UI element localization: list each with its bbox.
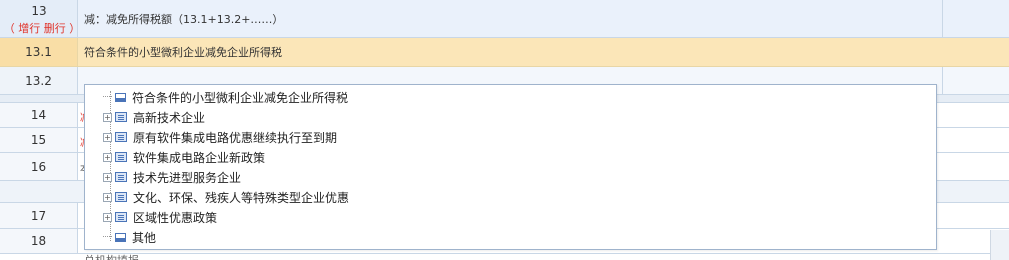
row-number-cell: 13 （ 增行 删行 ）	[0, 0, 80, 37]
value-cell[interactable]	[942, 67, 1009, 94]
tree-item-small-enterprise[interactable]: 符合条件的小型微利企业减免企业所得税	[103, 87, 348, 107]
expand-icon[interactable]: +	[103, 172, 112, 182]
list-icon	[115, 172, 127, 182]
list-icon	[115, 212, 127, 222]
tree-item-special-types[interactable]: + 文化、环保、残疾人等特殊类型企业优惠	[103, 187, 349, 207]
row-number: 14	[0, 103, 78, 127]
tree-item-advanced-service[interactable]: + 技术先进型服务企业	[103, 167, 241, 187]
tree-item-other[interactable]: 其他	[103, 227, 156, 247]
row-number: 16	[0, 153, 78, 180]
expand-icon[interactable]: +	[103, 152, 112, 162]
tree-item-label: 区域性优惠政策	[133, 210, 218, 225]
tree-item-regional[interactable]: + 区域性优惠政策	[103, 207, 217, 227]
row-number: 18	[0, 229, 78, 253]
expand-icon[interactable]: +	[103, 112, 112, 122]
value-cell[interactable]	[942, 0, 1009, 37]
table-row-13-1[interactable]: 13.1 符合条件的小型微利企业减免企业所得税	[0, 38, 1009, 67]
tree-item-label: 其他	[132, 230, 157, 245]
tax-relief-dropdown[interactable]: 符合条件的小型微利企业减免企业所得税 + 高新技术企业 + 原有软件集成电路优惠…	[84, 84, 937, 250]
document-icon	[115, 92, 126, 102]
row-label: 符合条件的小型微利企业减免企业所得税	[84, 46, 282, 59]
row-actions: （ 增行 删行 ）	[0, 20, 92, 36]
list-icon	[115, 112, 127, 122]
row-number: 13	[31, 4, 47, 18]
table-row-13: 13 （ 增行 删行 ） 减：减免所得税额（13.1+13.2+……）	[0, 0, 1009, 38]
row-number: 13.2	[0, 67, 78, 94]
row-number: 13.1	[0, 38, 78, 66]
tree-item-label: 技术先进型服务企业	[133, 170, 242, 185]
tree-item-legacy-software[interactable]: + 原有软件集成电路优惠继续执行至到期	[103, 127, 337, 147]
tree-item-label: 符合条件的小型微利企业减免企业所得税	[132, 90, 349, 105]
tree-branch-line	[103, 236, 112, 238]
paren-open: （	[3, 22, 15, 35]
tree-item-new-software-policy[interactable]: + 软件集成电路企业新政策	[103, 147, 265, 167]
document-icon	[115, 232, 126, 242]
expand-icon[interactable]: +	[103, 212, 112, 222]
tree-branch-line	[103, 96, 112, 98]
row-number: 17	[0, 203, 78, 228]
tree-item-high-tech[interactable]: + 高新技术企业	[103, 107, 205, 127]
scrollbar[interactable]	[990, 230, 1009, 260]
tree-item-label: 文化、环保、残疾人等特殊类型企业优惠	[133, 190, 350, 205]
expand-icon[interactable]: +	[103, 132, 112, 142]
list-icon	[115, 192, 127, 202]
expand-icon[interactable]: +	[103, 192, 112, 202]
tree-item-label: 原有软件集成电路优惠继续执行至到期	[133, 130, 338, 145]
row-label: 减：减免所得税额（13.1+13.2+……）	[84, 12, 284, 26]
row-label-partial: 总机构填报	[84, 252, 139, 260]
paren-close: ）	[69, 22, 81, 35]
delete-row-link[interactable]: 删行	[44, 22, 66, 35]
add-row-link[interactable]: 增行	[18, 22, 40, 35]
list-icon	[115, 152, 127, 162]
list-icon	[115, 132, 127, 142]
tree-item-label: 软件集成电路企业新政策	[133, 150, 266, 165]
row-number: 15	[0, 128, 78, 152]
tree-item-label: 高新技术企业	[133, 110, 206, 125]
